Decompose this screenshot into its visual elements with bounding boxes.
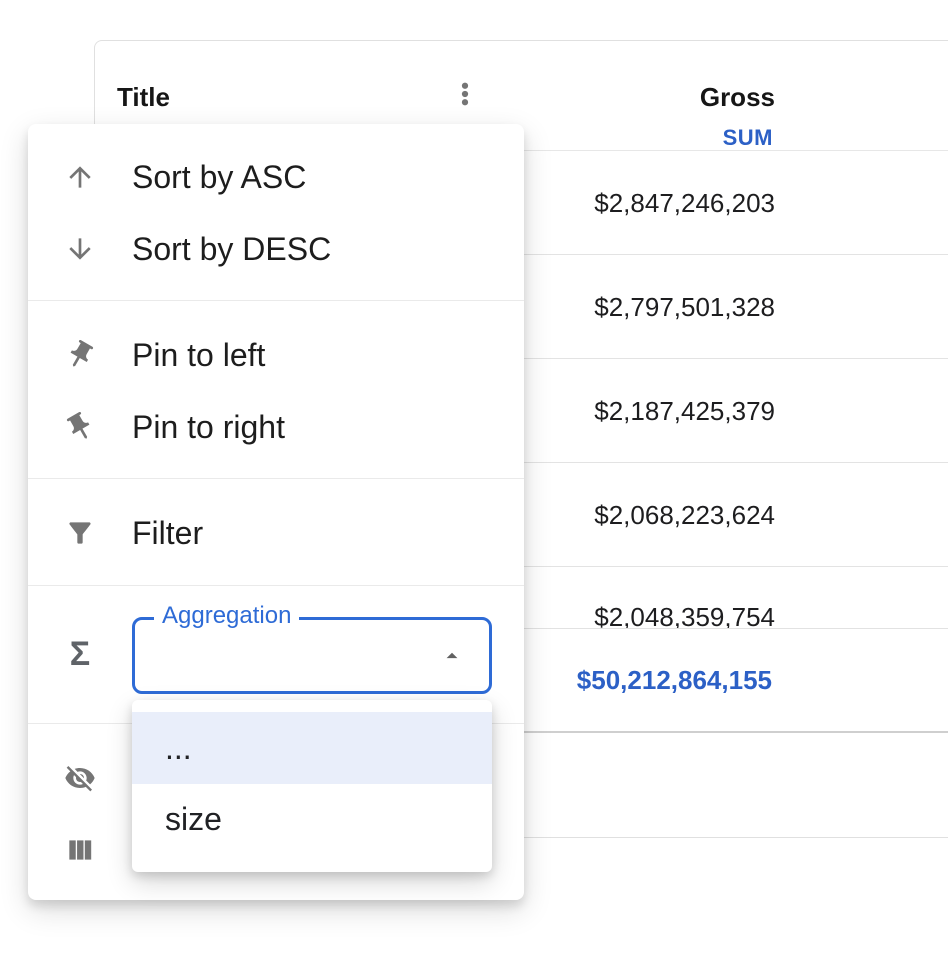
menu-item-pin-left[interactable]: Pin to left [28,319,524,391]
aggregation-option-label: size [165,801,222,838]
gross-aggregation-badge: SUM [723,125,773,151]
menu-item-sort-asc[interactable]: Sort by ASC [28,141,524,213]
arrow-upward-icon [64,161,96,193]
gross-cell[interactable]: $2,068,223,624 [594,497,775,533]
menu-divider [28,478,524,479]
aggregation-option-size[interactable]: size [132,783,492,855]
gross-cell[interactable]: $2,187,425,379 [594,393,775,429]
pushpin-right-icon [64,411,96,443]
gross-sum-cell: $50,212,864,155 [577,662,772,698]
menu-item-label: Sort by DESC [132,231,331,268]
column-menu-button[interactable] [449,80,481,112]
gross-cell[interactable]: $2,048,359,754 [594,599,775,628]
menu-item-sort-desc[interactable]: Sort by DESC [28,213,524,285]
pushpin-left-icon [64,339,96,371]
column-header-title[interactable]: Title [117,82,170,112]
menu-item-label: Sort by ASC [132,159,306,196]
kebab-menu-icon [450,79,480,114]
menu-item-label: Pin to right [132,409,285,446]
column-header-gross[interactable]: Gross [700,82,775,112]
sigma-icon: Σ [64,631,96,677]
aggregation-option-label: ... [165,730,192,767]
gross-cell[interactable]: $2,847,246,203 [594,185,775,221]
menu-item-label: Pin to left [132,337,265,374]
dropdown-arrow-up-icon[interactable] [439,643,465,669]
menu-item-filter[interactable]: Filter [28,497,524,569]
menu-item-pin-right[interactable]: Pin to right [28,391,524,463]
aggregation-field-label: Aggregation [154,602,299,630]
visibility-off-icon [64,762,96,794]
columns-icon [64,834,96,866]
menu-divider [28,300,524,301]
arrow-downward-icon [64,233,96,265]
aggregation-option-none[interactable]: ... [132,712,492,784]
gross-cell[interactable]: $2,797,501,328 [594,289,775,325]
menu-item-label: Filter [132,515,203,552]
aggregation-dropdown: ... size [132,700,492,872]
filter-icon [64,517,96,549]
